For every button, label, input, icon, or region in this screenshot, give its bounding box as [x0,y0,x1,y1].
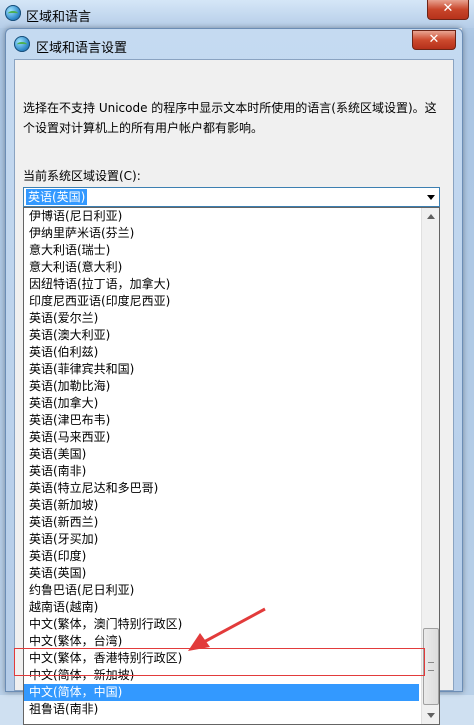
list-scrollbar[interactable] [421,208,439,724]
system-locale-dropdown[interactable]: 英语(英国) [23,187,440,207]
locale-list-item[interactable]: 英语(加拿大) [24,395,419,412]
locale-list-item[interactable]: 英语(美国) [24,446,419,463]
locale-list-item[interactable]: 英语(印度) [24,548,419,565]
locale-dropdown-list[interactable]: 伊博语(尼日利亚) 伊纳里萨米语(芬兰) 意大利语(瑞士) 意大利语(意大利) 因纽特语… [23,207,440,725]
locale-list-item[interactable]: 中文(繁体，澳门特别行政区) [24,616,419,633]
locale-list-item[interactable]: 中文(繁体，台湾) [24,633,419,650]
outer-window-title: 区域和语言 [26,10,92,25]
locale-list-item[interactable]: 意大利语(意大利) [24,259,419,276]
locale-list-item[interactable]: 祖鲁语(南非) [24,701,419,718]
locale-list-item[interactable]: 英语(津巴布韦) [24,412,419,429]
scrollbar-thumb[interactable] [423,628,439,705]
dialog-title: 区域和语言设置 [36,41,128,56]
dialog-close-button[interactable]: ✕ [412,30,456,50]
locale-list-item[interactable]: 英语(新西兰) [24,514,419,531]
locale-list-item[interactable]: 英语(马来西亚) [24,429,419,446]
outer-close-button[interactable]: ✕ [427,0,469,20]
locale-list-item[interactable]: 英语(特立尼达和多巴哥) [24,480,419,497]
locale-list-item[interactable]: 英语(英国) [24,565,419,582]
locale-list-item[interactable]: 约鲁巴语(尼日利亚) [24,582,419,599]
dialog-title-bar[interactable]: 区域和语言设置 ✕ [6,29,462,57]
globe-icon [14,36,30,52]
scroll-down-icon[interactable] [422,707,439,724]
locale-list-item[interactable]: 英语(伯利兹) [24,344,419,361]
locale-list-item[interactable]: 中文(简体，新加坡) [24,667,419,684]
outer-title-bar[interactable]: 区域和语言 ✕ [0,0,474,28]
locale-list-item[interactable]: 中文(繁体，香港特别行政区) [24,650,419,667]
locale-list-item[interactable]: 英语(澳大利亚) [24,327,419,344]
locale-list-item[interactable]: 英语(爱尔兰) [24,310,419,327]
system-locale-label: 当前系统区域设置(C): [23,169,141,183]
locale-list: 伊博语(尼日利亚) 伊纳里萨米语(芬兰) 意大利语(瑞士) 意大利语(意大利) 因纽特语… [24,208,439,718]
globe-icon [5,5,21,21]
region-settings-dialog: 区域和语言设置 ✕ 选择在不支持 Unicode 的程序中显示文本时所使用的语言… [5,28,463,725]
locale-list-item[interactable]: 越南语(越南) [24,599,419,616]
locale-list-item[interactable]: 英语(新加坡) [24,497,419,514]
locale-list-item[interactable]: 伊博语(尼日利亚) [24,208,419,225]
system-locale-value: 英语(英国) [26,189,88,205]
locale-list-item[interactable]: 印度尼西亚语(印度尼西亚) [24,293,419,310]
locale-list-item[interactable]: 英语(加勒比海) [24,378,419,395]
chevron-down-icon[interactable] [427,195,435,200]
locale-list-item[interactable]: 英语(菲律宾共和国) [24,361,419,378]
dialog-body: 选择在不支持 Unicode 的程序中显示文本时所使用的语言(系统区域设置)。这… [14,59,454,725]
locale-list-item[interactable]: 因纽特语(拉丁语，加拿大) [24,276,419,293]
dialog-description: 选择在不支持 Unicode 的程序中显示文本时所使用的语言(系统区域设置)。这… [23,101,437,135]
locale-list-item[interactable]: 英语(牙买加) [24,531,419,548]
scroll-up-icon[interactable] [422,208,439,225]
locale-list-item[interactable]: 意大利语(瑞士) [24,242,419,259]
locale-list-item[interactable]: 伊纳里萨米语(芬兰) [24,225,419,242]
locale-list-item[interactable]: 英语(南非) [24,463,419,480]
locale-list-item[interactable]: 中文(简体，中国) [24,684,419,701]
